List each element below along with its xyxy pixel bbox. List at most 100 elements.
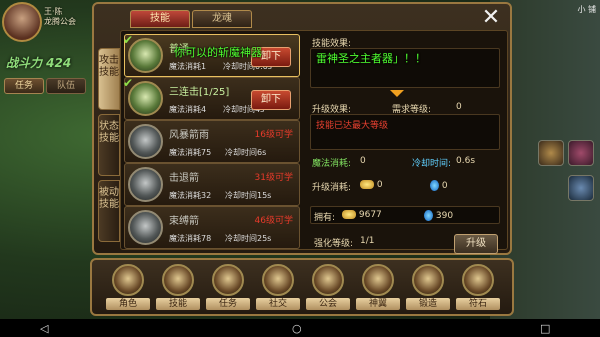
- tab-skills[interactable]: 技能: [130, 10, 190, 28]
- upgrade-cost-label: 升级消耗:: [312, 183, 352, 193]
- owned-gold: 9677: [342, 210, 382, 220]
- chevron-down-icon: [390, 90, 404, 97]
- gold-coin-icon: [360, 180, 374, 189]
- enhance-level-value: 1/1: [360, 236, 375, 246]
- skill-cooldown: 冷却时间25s: [225, 234, 272, 243]
- team-button[interactable]: 队伍: [46, 78, 86, 94]
- knockback-skill-icon: [128, 167, 163, 202]
- gem-cost: 0: [430, 180, 448, 191]
- skill-level-requirement: 46级可学: [254, 216, 293, 226]
- gold-cost: 0: [360, 180, 383, 190]
- main-menu-bar: 角色 技能 任务 社交 公会 神翼 锻造 符石: [90, 258, 514, 316]
- nav-label: 角色: [106, 298, 150, 310]
- skill-cooldown: 冷却时间6s: [225, 148, 267, 157]
- skill-cost: 魔法消耗75: [169, 148, 212, 157]
- home-icon[interactable]: ○: [292, 322, 302, 335]
- hammer-icon: [412, 264, 444, 296]
- quest-scroll-icon: [212, 264, 244, 296]
- gold-coin-icon: [342, 210, 356, 219]
- skill-cost: 魔法消耗78: [169, 234, 212, 243]
- enhance-level-label: 强化等级:: [314, 239, 354, 249]
- checkmark-icon: ✔: [123, 76, 134, 90]
- skill-row[interactable]: 风暴箭雨 16级可学 魔法消耗75 冷却时间6s: [124, 120, 300, 163]
- sword-skill-icon: [128, 38, 163, 73]
- owned-box: [310, 206, 500, 224]
- effect-text: 雷神圣之主者器」！！: [316, 52, 426, 65]
- req-level-value: 0: [456, 102, 462, 112]
- skill-cost: 魔法消耗32: [169, 191, 212, 200]
- shop-label[interactable]: 小 铺: [577, 4, 596, 15]
- skill-cooldown: 冷却时间15s: [225, 191, 272, 200]
- gem-icon: [424, 210, 433, 221]
- side-tab-passive[interactable]: 被动技能: [98, 180, 120, 242]
- floating-tooltip-text: 你可以的斩魔神器: [174, 46, 262, 59]
- nav-social[interactable]: 社交: [256, 264, 300, 314]
- arrows-skill-icon: [128, 81, 163, 116]
- side-tab-attack[interactable]: 攻击技能: [98, 48, 120, 110]
- nav-tasks[interactable]: 任务: [206, 264, 250, 314]
- skill-row[interactable]: 击退箭 31级可学 魔法消耗32 冷却时间15s: [124, 163, 300, 206]
- owned-gem-value: 390: [435, 211, 454, 221]
- side-skill-icon-3[interactable]: [538, 140, 564, 166]
- nav-label: 神翼: [356, 298, 400, 310]
- skill-cost: 魔法消耗4: [169, 105, 207, 114]
- android-nav-bar: ◁ ○ □: [0, 319, 600, 337]
- nav-skills[interactable]: 技能: [156, 264, 200, 314]
- skill-name: 三连击[1/25]: [169, 87, 230, 98]
- owned-gold-value: 9677: [358, 210, 382, 220]
- upgrade-button[interactable]: 升级: [454, 234, 498, 254]
- skill-name: 束缚箭: [169, 216, 199, 227]
- max-level-text: 技能已达最大等级: [316, 121, 389, 131]
- skill-panel: 技能 龙魂 ✕ 攻击技能 状态技能 被动技能 ✔ 普通 魔法消耗1 冷却时间0.…: [92, 2, 512, 255]
- wings-icon: [362, 264, 394, 296]
- tab-dragon-soul[interactable]: 龙魂: [192, 10, 252, 28]
- side-skill-icon-1[interactable]: [568, 140, 594, 166]
- cooldown-label: 冷却时间:: [412, 159, 452, 169]
- skill-cost: 魔法消耗1: [169, 62, 207, 71]
- side-skill-icon-2[interactable]: [568, 175, 594, 201]
- scroll-icon: [162, 264, 194, 296]
- nav-wings[interactable]: 神翼: [356, 264, 400, 314]
- flag-icon: [312, 264, 344, 296]
- player-avatar[interactable]: [2, 2, 42, 42]
- skill-row[interactable]: 束缚箭 46级可学 魔法消耗78 冷却时间25s: [124, 206, 300, 249]
- task-button[interactable]: 任务: [4, 78, 44, 94]
- skill-name: 风暴箭雨: [169, 130, 209, 141]
- nav-forge[interactable]: 锻造: [406, 264, 450, 314]
- nav-runes[interactable]: 符石: [456, 264, 500, 314]
- nav-character[interactable]: 角色: [106, 264, 150, 314]
- combat-power: 战斗力 424: [6, 56, 72, 70]
- skill-row[interactable]: ✔ 三连击[1/25] 魔法消耗4 冷却时间4s 卸下: [123, 76, 300, 120]
- side-tab-status[interactable]: 状态技能: [98, 114, 120, 176]
- gold-cost-value: 0: [376, 180, 383, 190]
- skill-level-requirement: 16级可学: [254, 130, 293, 140]
- bind-arrow-skill-icon: [128, 210, 163, 245]
- nav-label: 符石: [456, 298, 500, 310]
- nav-label: 锻造: [406, 298, 450, 310]
- skill-level-requirement: 31级可学: [254, 173, 293, 183]
- close-icon[interactable]: ✕: [480, 7, 502, 30]
- mana-value: 0: [360, 156, 366, 166]
- gem-icon: [430, 180, 439, 191]
- recents-icon[interactable]: □: [540, 322, 550, 335]
- skill-name: 击退箭: [169, 173, 199, 184]
- owned-label: 拥有:: [314, 213, 336, 223]
- checkmark-icon: ✔: [123, 33, 134, 47]
- helmet-icon: [112, 264, 144, 296]
- nav-label: 公会: [306, 298, 350, 310]
- player-hud: 王·陈 龙腾公会 战斗力 424 任务 队伍: [0, 0, 92, 120]
- arrow-rain-skill-icon: [128, 124, 163, 159]
- skill-list: ✔ 普通 魔法消耗1 冷却时间0.6s 卸下 ✔ 三连击[1/25] 魔法消耗4…: [123, 33, 300, 249]
- back-icon[interactable]: ◁: [40, 322, 48, 335]
- player-guild: 龙腾公会: [44, 17, 76, 26]
- gem-cost-value: 0: [441, 181, 448, 191]
- cooldown-value: 0.6s: [456, 156, 476, 166]
- nav-label: 社交: [256, 298, 300, 310]
- globe-icon: [262, 264, 294, 296]
- owned-gem: 390: [424, 210, 453, 221]
- nav-label: 技能: [156, 298, 200, 310]
- nav-guild[interactable]: 公会: [306, 264, 350, 314]
- unequip-button[interactable]: 卸下: [251, 90, 291, 110]
- rune-stone-icon: [462, 264, 494, 296]
- mana-label: 魔法消耗:: [312, 159, 352, 169]
